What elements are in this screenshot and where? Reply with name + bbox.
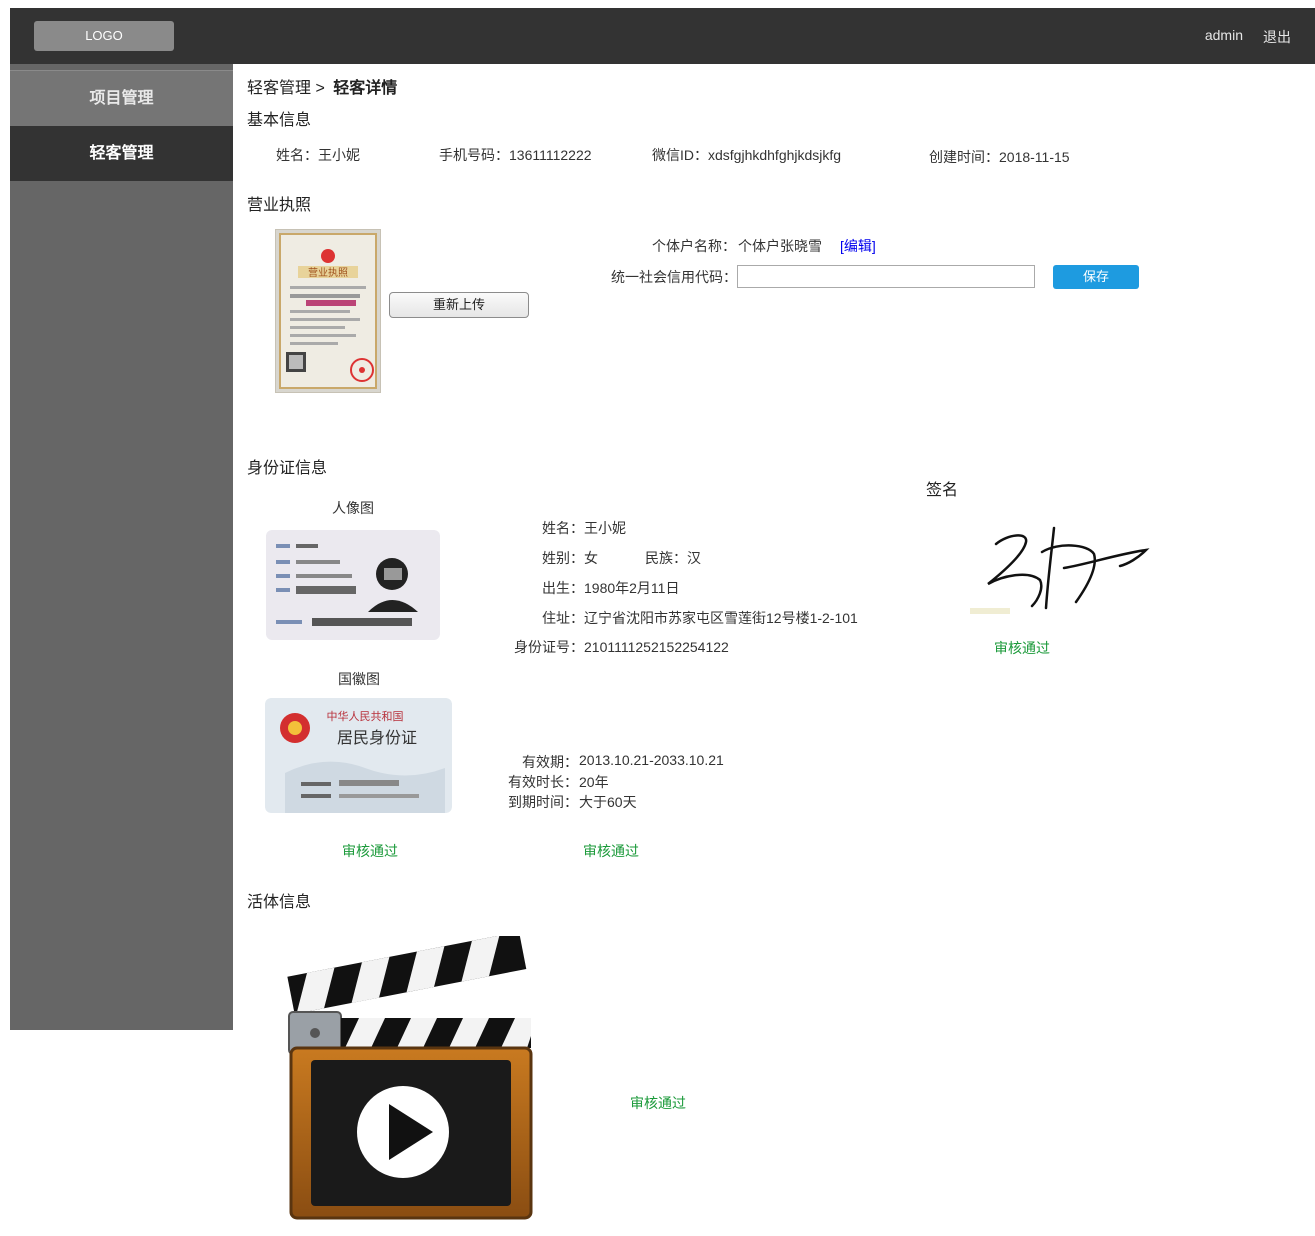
idcard-portrait-graphic [266, 530, 440, 640]
license-title: 营业执照 [247, 197, 312, 214]
signature-title: 签名 [926, 482, 959, 499]
liveness-status[interactable]: 审核通过 [630, 1093, 686, 1113]
idcard-images-status[interactable]: 审核通过 [342, 841, 398, 861]
breadcrumb-parent[interactable]: 轻客管理 > [247, 80, 325, 97]
breadcrumb: 轻客管理 > 轻客详情 [247, 74, 397, 98]
basic-phone: 手机号码：13611112222 [439, 147, 592, 163]
emblem-label: 国徽图 [338, 671, 380, 687]
credit-code-label: 统一社会信用代码： [611, 269, 737, 285]
sidebar-item-light-customers[interactable]: 轻客管理 [10, 126, 233, 181]
breadcrumb-current: 轻客详情 [333, 80, 398, 97]
business-name-value: 个体户张晓雪 [738, 238, 822, 254]
save-button[interactable]: 保存 [1053, 265, 1139, 289]
logout-link[interactable]: 退出 [1263, 27, 1291, 47]
id-birth: 出生：1980年2月11日 [542, 580, 680, 596]
idcard-emblem-graphic: 中华人民共和国 居民身份证 [265, 698, 452, 813]
expire-value: 大于60天 [579, 794, 637, 810]
business-license-image: 营业执照 [275, 229, 381, 393]
logo[interactable]: LOGO [34, 21, 174, 51]
basic-info-title: 基本信息 [247, 112, 312, 129]
idcard-emblem-image: 中华人民共和国 居民身份证 [265, 698, 452, 813]
emblem-country-text: 中华人民共和国 [327, 709, 404, 723]
sidebar: 项目管理 轻客管理 [10, 64, 233, 1030]
liveness-video-icon[interactable] [285, 931, 575, 1228]
edit-business-name-link[interactable]: [编辑] [840, 236, 876, 256]
signature-image [968, 508, 1152, 626]
valid-duration-value: 20年 [579, 774, 609, 790]
idcard-title: 身份证信息 [247, 460, 328, 477]
idcard-info-status[interactable]: 审核通过 [583, 841, 639, 861]
valid-period-value: 2013.10.21-2033.10.21 [579, 752, 724, 768]
id-name: 姓名：王小妮 [542, 520, 626, 536]
portrait-label: 人像图 [332, 500, 374, 516]
credit-code-input[interactable] [737, 265, 1035, 288]
sidebar-item-projects[interactable]: 项目管理 [10, 70, 233, 127]
valid-period-label: 有效期： [522, 754, 578, 770]
basic-wechat: 微信ID：xdsfgjhkdhfghjkdsjkfg [652, 147, 842, 163]
id-number: 身份证号：2101111252152254122 [514, 639, 729, 655]
license-photo-graphic: 营业执照 [279, 233, 377, 389]
clapperboard-icon [287, 931, 533, 1220]
liveness-title: 活体信息 [247, 894, 312, 911]
reupload-button[interactable]: 重新上传 [389, 292, 529, 318]
signature-status[interactable]: 审核通过 [994, 638, 1050, 658]
id-address: 住址：辽宁省沈阳市苏家屯区雪莲街12号楼1-2-101 [542, 610, 858, 626]
valid-duration-label: 有效时长： [508, 774, 578, 790]
emblem-title-text: 居民身份证 [337, 728, 417, 747]
id-gender: 姓别：女 [542, 550, 598, 566]
basic-created: 创建时间：2018-11-15 [929, 149, 1070, 165]
top-header: LOGO admin 退出 [10, 8, 1315, 64]
signature-graphic [970, 526, 1150, 614]
idcard-portrait-image [266, 530, 440, 640]
license-image-title: 营业执照 [308, 266, 348, 279]
id-ethnic: 民族：汉 [645, 550, 701, 566]
basic-name: 姓名：王小妮 [276, 147, 360, 163]
username: admin [1204, 27, 1243, 43]
expire-label: 到期时间： [508, 794, 578, 810]
business-name-label: 个体户名称： [652, 238, 736, 254]
